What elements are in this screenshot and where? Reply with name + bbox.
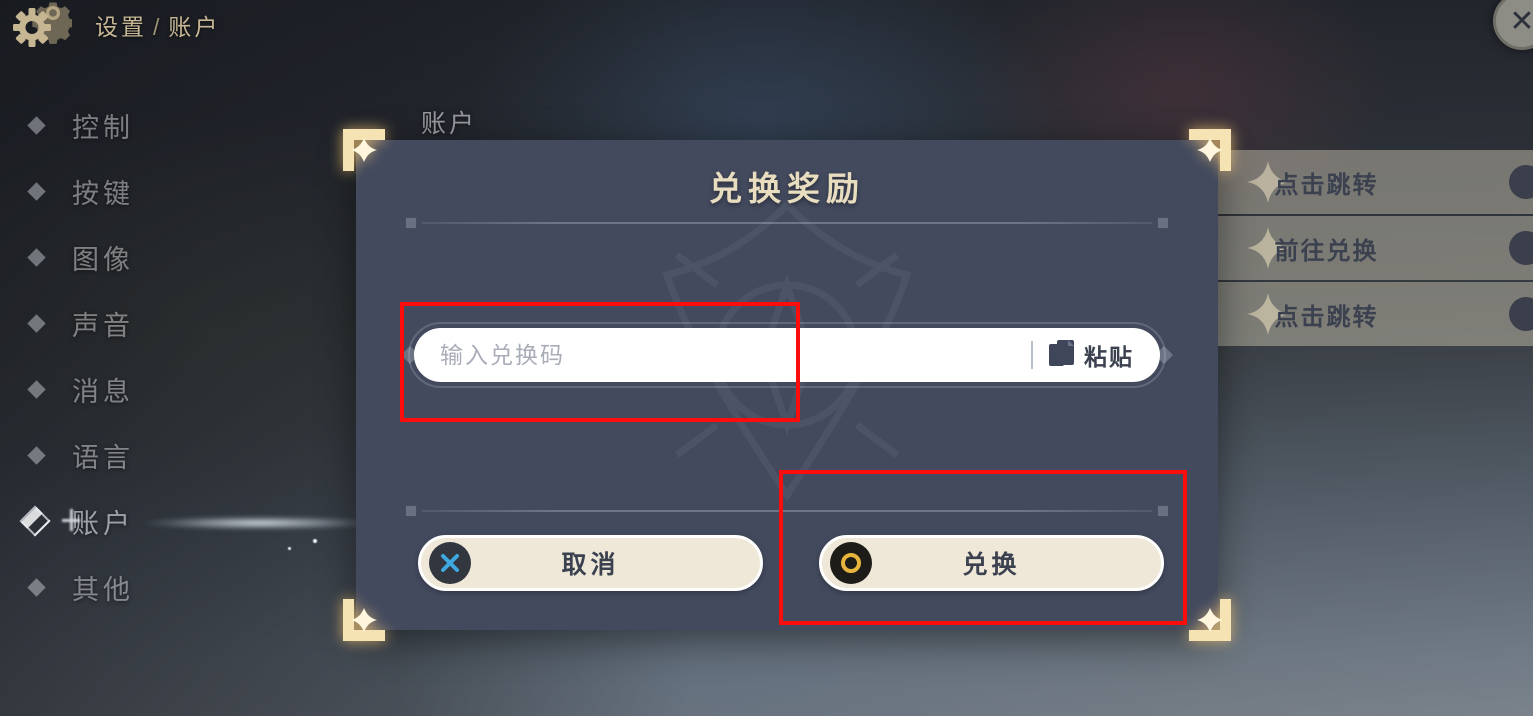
- diamond-bullet-icon: [27, 182, 46, 201]
- sidebar-item-account[interactable]: 账户: [0, 488, 330, 554]
- paste-button[interactable]: 粘贴: [1033, 338, 1160, 372]
- diamond-bullet-icon: [27, 314, 46, 333]
- sparkle-icon: [62, 509, 80, 531]
- gear-icon[interactable]: [8, 0, 72, 60]
- corner-ornament-icon: [343, 599, 385, 641]
- row-action-label: 点击跳转: [1274, 303, 1379, 331]
- sidebar-item-keys[interactable]: 按键: [0, 158, 330, 224]
- sidebar-item-label: 其他: [72, 574, 134, 605]
- redeem-reward-dialog: 兑换奖励 粘贴: [343, 129, 1231, 641]
- sidebar-item-label: 语言: [72, 442, 134, 473]
- row-action-label: 点击跳转: [1274, 171, 1379, 199]
- close-icon: ✕: [1509, 4, 1533, 38]
- sidebar-item-label: 声音: [72, 310, 134, 341]
- redeem-code-input[interactable]: [414, 341, 1031, 369]
- sidebar-item-language[interactable]: 语言: [0, 422, 330, 488]
- diamond-bullet-icon: [27, 446, 46, 465]
- input-field-container: 粘贴: [414, 328, 1160, 382]
- breadcrumb-separator: /: [153, 14, 163, 40]
- sidebar-item-label: 图像: [72, 244, 134, 275]
- panel-title: 账户: [421, 110, 478, 138]
- sidebar-item-label: 按键: [72, 178, 134, 209]
- corner-ornament-icon: [343, 129, 385, 171]
- sidebar-item-label: 账户: [72, 508, 134, 539]
- table-row[interactable]: 前往兑换: [1210, 216, 1533, 280]
- sidebar-item-other[interactable]: 其他: [0, 554, 330, 620]
- table-row[interactable]: 点击跳转: [1210, 282, 1533, 346]
- cancel-button[interactable]: 取消: [418, 535, 763, 591]
- breadcrumb-current: 账户: [168, 14, 221, 40]
- settings-sidebar: 控制 按键 图像 声音 消息 语言 账户 其他: [0, 92, 330, 620]
- diamond-bullet-selected-icon: [19, 505, 51, 537]
- cancel-label: 取消: [561, 551, 620, 579]
- sidebar-item-messages[interactable]: 消息: [0, 356, 330, 422]
- redeem-code-input-row: 粘贴: [401, 322, 1173, 388]
- dialog-divider-bottom: [404, 502, 1170, 520]
- corner-ornament-icon: [1189, 599, 1231, 641]
- diamond-bullet-icon: [27, 116, 46, 135]
- divider-diamond-icon: [1153, 501, 1173, 521]
- close-button[interactable]: ✕: [1493, 0, 1533, 50]
- divider-diamond-icon: [1153, 213, 1173, 233]
- divider-diamond-icon: [401, 213, 421, 233]
- diamond-bullet-icon: [27, 380, 46, 399]
- top-bar: 设置 / 账户 ✕: [0, 0, 1533, 56]
- account-rows-list: 点击跳转 前往兑换 点击跳转: [1210, 150, 1533, 348]
- sidebar-item-label: 消息: [72, 376, 134, 407]
- dialog-divider-top: [404, 214, 1170, 232]
- divider-line: [422, 222, 1152, 224]
- redeem-label: 兑换: [962, 551, 1021, 579]
- dialog-title: 兑换奖励: [709, 170, 865, 207]
- breadcrumb: 设置 / 账户: [95, 8, 220, 42]
- corner-ornament-icon: [1189, 129, 1231, 171]
- row-action-label: 前往兑换: [1274, 237, 1379, 265]
- breadcrumb-root[interactable]: 设置: [95, 14, 147, 40]
- sidebar-item-audio[interactable]: 声音: [0, 290, 330, 356]
- divider-line: [422, 510, 1152, 512]
- divider-diamond-icon: [401, 501, 421, 521]
- diamond-bullet-icon: [27, 578, 46, 597]
- paste-label: 粘贴: [1084, 344, 1134, 370]
- clipboard-icon: [1049, 340, 1074, 366]
- diamond-bullet-icon: [27, 248, 46, 267]
- sidebar-item-label: 控制: [72, 112, 134, 143]
- sidebar-item-control[interactable]: 控制: [0, 92, 330, 158]
- sidebar-item-graphics[interactable]: 图像: [0, 224, 330, 290]
- redeem-button[interactable]: 兑换: [819, 535, 1164, 591]
- table-row[interactable]: 点击跳转: [1210, 150, 1533, 214]
